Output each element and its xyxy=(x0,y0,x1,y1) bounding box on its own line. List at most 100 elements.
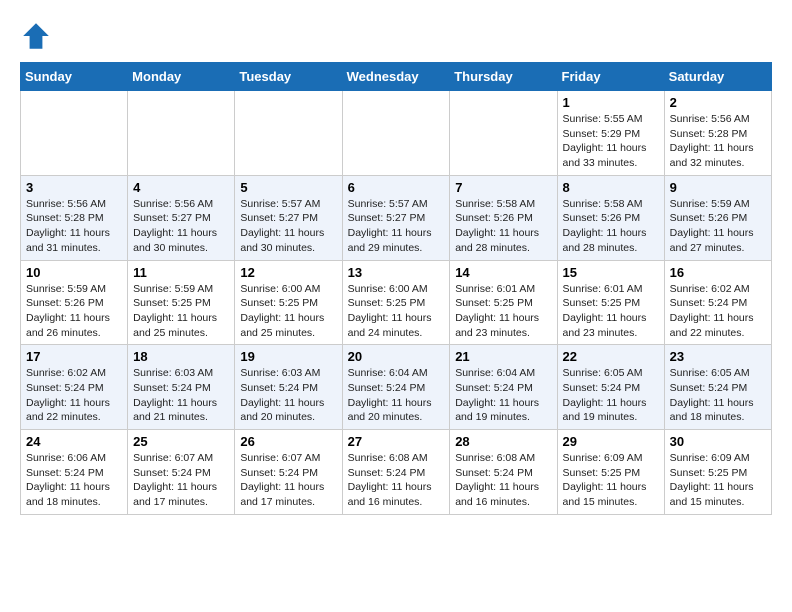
calendar-cell: 15 Sunrise: 6:01 AM Sunset: 5:25 PM Dayli… xyxy=(557,260,664,345)
calendar-cell: 5 Sunrise: 5:57 AM Sunset: 5:27 PM Daylig… xyxy=(235,175,342,260)
day-number: 29 xyxy=(563,434,659,449)
calendar-cell: 20 Sunrise: 6:04 AM Sunset: 5:24 PM Dayli… xyxy=(342,345,450,430)
calendar-cell: 10Sunrise: 5:59 AM Sunset: 5:26 PM Dayli… xyxy=(21,260,128,345)
calendar-cell: 24Sunrise: 6:06 AM Sunset: 5:24 PM Dayli… xyxy=(21,430,128,515)
logo-icon xyxy=(20,20,52,52)
calendar-week-row: 3 Sunrise: 5:56 AM Sunset: 5:28 PM Daylig… xyxy=(21,175,772,260)
calendar-cell xyxy=(342,91,450,176)
calendar-cell: 28 Sunrise: 6:08 AM Sunset: 5:24 PM Dayli… xyxy=(450,430,557,515)
day-info: Sunrise: 5:56 AM Sunset: 5:28 PM Dayligh… xyxy=(670,112,766,171)
day-info: Sunrise: 6:03 AM Sunset: 5:24 PM Dayligh… xyxy=(240,366,336,425)
calendar-cell: 26 Sunrise: 6:07 AM Sunset: 5:24 PM Dayli… xyxy=(235,430,342,515)
day-info: Sunrise: 6:08 AM Sunset: 5:24 PM Dayligh… xyxy=(348,451,445,510)
day-number: 19 xyxy=(240,349,336,364)
day-number: 20 xyxy=(348,349,445,364)
day-number: 23 xyxy=(670,349,766,364)
day-info: Sunrise: 6:02 AM Sunset: 5:24 PM Dayligh… xyxy=(670,282,766,341)
weekday-header: Thursday xyxy=(450,63,557,91)
calendar-cell xyxy=(128,91,235,176)
weekday-row: SundayMondayTuesdayWednesdayThursdayFrid… xyxy=(21,63,772,91)
calendar-week-row: 1Sunrise: 5:55 AM Sunset: 5:29 PM Daylig… xyxy=(21,91,772,176)
weekday-header: Sunday xyxy=(21,63,128,91)
calendar-cell xyxy=(235,91,342,176)
day-number: 12 xyxy=(240,265,336,280)
day-info: Sunrise: 5:56 AM Sunset: 5:28 PM Dayligh… xyxy=(26,197,122,256)
day-info: Sunrise: 6:09 AM Sunset: 5:25 PM Dayligh… xyxy=(563,451,659,510)
day-info: Sunrise: 5:59 AM Sunset: 5:25 PM Dayligh… xyxy=(133,282,229,341)
day-number: 2 xyxy=(670,95,766,110)
calendar-cell: 17Sunrise: 6:02 AM Sunset: 5:24 PM Dayli… xyxy=(21,345,128,430)
weekday-header: Saturday xyxy=(664,63,771,91)
day-info: Sunrise: 5:56 AM Sunset: 5:27 PM Dayligh… xyxy=(133,197,229,256)
day-info: Sunrise: 6:08 AM Sunset: 5:24 PM Dayligh… xyxy=(455,451,551,510)
day-number: 27 xyxy=(348,434,445,449)
calendar-cell: 19 Sunrise: 6:03 AM Sunset: 5:24 PM Dayli… xyxy=(235,345,342,430)
calendar-cell: 8 Sunrise: 5:58 AM Sunset: 5:26 PM Daylig… xyxy=(557,175,664,260)
day-number: 18 xyxy=(133,349,229,364)
day-info: Sunrise: 6:00 AM Sunset: 5:25 PM Dayligh… xyxy=(348,282,445,341)
day-number: 13 xyxy=(348,265,445,280)
calendar-week-row: 24Sunrise: 6:06 AM Sunset: 5:24 PM Dayli… xyxy=(21,430,772,515)
calendar-cell: 27 Sunrise: 6:08 AM Sunset: 5:24 PM Dayli… xyxy=(342,430,450,515)
day-info: Sunrise: 6:03 AM Sunset: 5:24 PM Dayligh… xyxy=(133,366,229,425)
calendar-cell: 18 Sunrise: 6:03 AM Sunset: 5:24 PM Dayli… xyxy=(128,345,235,430)
calendar-cell: 7Sunrise: 5:58 AM Sunset: 5:26 PM Daylig… xyxy=(450,175,557,260)
day-info: Sunrise: 5:58 AM Sunset: 5:26 PM Dayligh… xyxy=(563,197,659,256)
day-number: 11 xyxy=(133,265,229,280)
calendar-body: 1Sunrise: 5:55 AM Sunset: 5:29 PM Daylig… xyxy=(21,91,772,515)
calendar-cell: 16 Sunrise: 6:02 AM Sunset: 5:24 PM Dayli… xyxy=(664,260,771,345)
logo xyxy=(20,20,58,52)
day-info: Sunrise: 6:09 AM Sunset: 5:25 PM Dayligh… xyxy=(670,451,766,510)
day-number: 4 xyxy=(133,180,229,195)
calendar-week-row: 10Sunrise: 5:59 AM Sunset: 5:26 PM Dayli… xyxy=(21,260,772,345)
calendar-cell: 30 Sunrise: 6:09 AM Sunset: 5:25 PM Dayli… xyxy=(664,430,771,515)
calendar-cell: 2 Sunrise: 5:56 AM Sunset: 5:28 PM Daylig… xyxy=(664,91,771,176)
weekday-header: Wednesday xyxy=(342,63,450,91)
calendar-cell: 14 Sunrise: 6:01 AM Sunset: 5:25 PM Dayli… xyxy=(450,260,557,345)
day-info: Sunrise: 6:04 AM Sunset: 5:24 PM Dayligh… xyxy=(348,366,445,425)
day-info: Sunrise: 5:58 AM Sunset: 5:26 PM Dayligh… xyxy=(455,197,551,256)
day-number: 22 xyxy=(563,349,659,364)
day-number: 25 xyxy=(133,434,229,449)
calendar-cell: 11 Sunrise: 5:59 AM Sunset: 5:25 PM Dayli… xyxy=(128,260,235,345)
day-number: 30 xyxy=(670,434,766,449)
calendar-cell: 23 Sunrise: 6:05 AM Sunset: 5:24 PM Dayli… xyxy=(664,345,771,430)
day-number: 10 xyxy=(26,265,122,280)
day-info: Sunrise: 6:07 AM Sunset: 5:24 PM Dayligh… xyxy=(240,451,336,510)
day-number: 28 xyxy=(455,434,551,449)
day-number: 3 xyxy=(26,180,122,195)
calendar-cell: 29 Sunrise: 6:09 AM Sunset: 5:25 PM Dayli… xyxy=(557,430,664,515)
calendar-cell: 1Sunrise: 5:55 AM Sunset: 5:29 PM Daylig… xyxy=(557,91,664,176)
day-info: Sunrise: 6:01 AM Sunset: 5:25 PM Dayligh… xyxy=(455,282,551,341)
day-number: 17 xyxy=(26,349,122,364)
calendar-cell: 4 Sunrise: 5:56 AM Sunset: 5:27 PM Daylig… xyxy=(128,175,235,260)
day-info: Sunrise: 6:05 AM Sunset: 5:24 PM Dayligh… xyxy=(670,366,766,425)
calendar-cell: 25 Sunrise: 6:07 AM Sunset: 5:24 PM Dayli… xyxy=(128,430,235,515)
day-number: 6 xyxy=(348,180,445,195)
calendar-cell: 6 Sunrise: 5:57 AM Sunset: 5:27 PM Daylig… xyxy=(342,175,450,260)
day-info: Sunrise: 6:00 AM Sunset: 5:25 PM Dayligh… xyxy=(240,282,336,341)
day-info: Sunrise: 6:04 AM Sunset: 5:24 PM Dayligh… xyxy=(455,366,551,425)
calendar-cell: 21Sunrise: 6:04 AM Sunset: 5:24 PM Dayli… xyxy=(450,345,557,430)
day-number: 14 xyxy=(455,265,551,280)
weekday-header: Tuesday xyxy=(235,63,342,91)
calendar-cell: 12 Sunrise: 6:00 AM Sunset: 5:25 PM Dayli… xyxy=(235,260,342,345)
weekday-header: Monday xyxy=(128,63,235,91)
calendar-week-row: 17Sunrise: 6:02 AM Sunset: 5:24 PM Dayli… xyxy=(21,345,772,430)
day-number: 8 xyxy=(563,180,659,195)
calendar-cell: 22Sunrise: 6:05 AM Sunset: 5:24 PM Dayli… xyxy=(557,345,664,430)
day-number: 16 xyxy=(670,265,766,280)
day-number: 9 xyxy=(670,180,766,195)
day-info: Sunrise: 6:07 AM Sunset: 5:24 PM Dayligh… xyxy=(133,451,229,510)
day-info: Sunrise: 5:57 AM Sunset: 5:27 PM Dayligh… xyxy=(348,197,445,256)
day-number: 15 xyxy=(563,265,659,280)
calendar-cell xyxy=(21,91,128,176)
day-number: 5 xyxy=(240,180,336,195)
day-number: 24 xyxy=(26,434,122,449)
day-info: Sunrise: 6:01 AM Sunset: 5:25 PM Dayligh… xyxy=(563,282,659,341)
calendar-header: SundayMondayTuesdayWednesdayThursdayFrid… xyxy=(21,63,772,91)
calendar-cell xyxy=(450,91,557,176)
day-number: 26 xyxy=(240,434,336,449)
calendar-table: SundayMondayTuesdayWednesdayThursdayFrid… xyxy=(20,62,772,515)
day-info: Sunrise: 5:57 AM Sunset: 5:27 PM Dayligh… xyxy=(240,197,336,256)
